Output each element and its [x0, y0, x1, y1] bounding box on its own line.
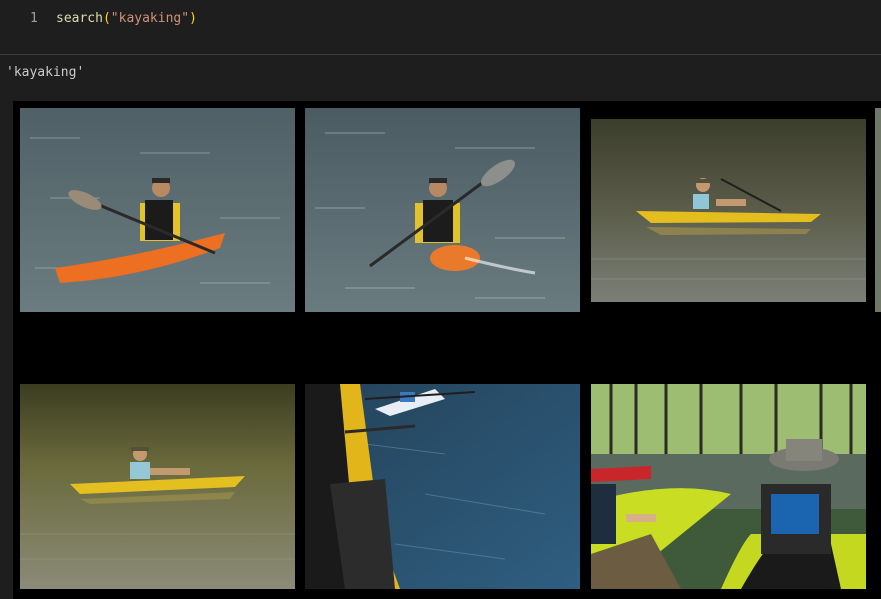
- code-paren-close: ): [189, 11, 197, 26]
- image-gallery: [13, 101, 881, 599]
- output-text: 'kayaking': [6, 65, 85, 80]
- kayak-photo-1[interactable]: [20, 108, 295, 312]
- code-cell[interactable]: 1 search("kayaking"): [0, 0, 881, 55]
- kayak-photo-2[interactable]: [305, 108, 580, 312]
- code-line[interactable]: search("kayaking"): [56, 11, 197, 26]
- kayak-photo-sliver: [875, 108, 881, 312]
- code-string-arg: "kayaking": [110, 11, 190, 26]
- kayak-photo-6[interactable]: [591, 384, 866, 589]
- kayak-photo-4[interactable]: [20, 384, 295, 589]
- kayak-photo-5[interactable]: [305, 384, 580, 589]
- code-function: search: [56, 11, 103, 26]
- line-number: 1: [30, 11, 38, 26]
- code-paren-open: (: [102, 11, 111, 26]
- kayak-photo-3[interactable]: [591, 119, 866, 302]
